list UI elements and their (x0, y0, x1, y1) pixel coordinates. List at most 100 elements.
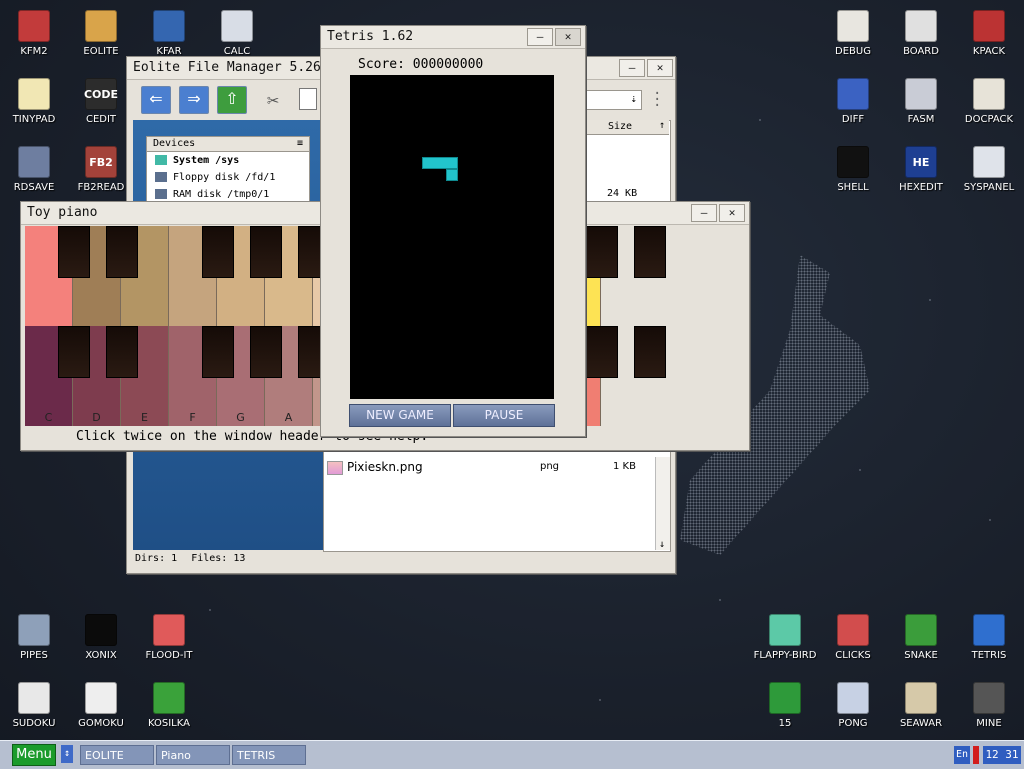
pause-button[interactable]: PAUSE (453, 404, 555, 427)
desktop-icon-label: DOCPACK (964, 114, 1014, 125)
new-game-button[interactable]: NEW GAME (349, 404, 451, 427)
gomoku-icon (85, 682, 117, 714)
black-key[interactable] (58, 226, 90, 278)
clock[interactable]: 12 31 (983, 746, 1021, 764)
desktop-icon-label: PIPES (20, 650, 48, 661)
copy-icon[interactable] (299, 88, 317, 110)
desktop-icon-kfm2[interactable]: KFM2 (0, 10, 68, 57)
desktop-icon-docpack[interactable]: DOCPACK (955, 78, 1023, 125)
desktop-icon-flood-it[interactable]: FLOOD-IT (135, 614, 203, 661)
desktop-icon-kfar[interactable]: KFAR (135, 10, 203, 57)
size-value: 24 KB (607, 188, 638, 199)
desktop-icon-label: KFM2 (20, 46, 48, 57)
desktop-icon-pipes[interactable]: PIPES (0, 614, 68, 661)
minimize-button[interactable]: — (691, 204, 717, 222)
desktop-icon-debug[interactable]: DEBUG (819, 10, 887, 57)
black-key[interactable] (202, 226, 234, 278)
forward-button[interactable]: ⇒ (179, 86, 209, 114)
cut-icon[interactable]: ✂ (267, 88, 279, 112)
desktop-icon-seawar[interactable]: SEAWAR (887, 682, 955, 729)
floppy-icon (155, 172, 167, 182)
hammer-icon (973, 10, 1005, 42)
taskbar-item-eolite[interactable]: EOLITE (80, 745, 154, 765)
desktop-icon-snake[interactable]: SNAKE (887, 614, 955, 661)
black-key[interactable] (586, 226, 618, 278)
code-icon: CODE (84, 78, 118, 110)
path-dropdown[interactable]: ⇣ (584, 90, 642, 110)
desktop-icon-calc[interactable]: CALC (203, 10, 271, 57)
note-label: A (284, 411, 293, 424)
taskbar-item-piano[interactable]: Piano (156, 745, 230, 765)
clicks-icon (837, 614, 869, 646)
file-name: Pixieskn.png (347, 460, 423, 474)
device-floppy[interactable]: Floppy disk /fd/1 (147, 169, 309, 186)
black-key[interactable] (106, 326, 138, 378)
menu-button[interactable]: Menu (12, 744, 56, 766)
taskbar-item-tetris[interactable]: TETRIS (232, 745, 306, 765)
devices-panel: Devices ≡ System /sys Floppy disk /fd/1 … (146, 136, 310, 204)
tetris-board[interactable] (350, 75, 554, 399)
black-key[interactable] (58, 326, 90, 378)
desktop-icon-tetris[interactable]: TETRIS (955, 614, 1023, 661)
up-button[interactable]: ⇧ (217, 86, 247, 114)
xonix-icon (85, 614, 117, 646)
desktop-icon-xonix[interactable]: XONIX (67, 614, 135, 661)
scroll-down-icon[interactable]: ↓ (659, 539, 665, 550)
scrollbar[interactable]: ↓ (655, 457, 670, 550)
black-key[interactable] (106, 226, 138, 278)
sort-arrow-icon[interactable]: ↑ (659, 120, 665, 131)
desktop-icon-gomoku[interactable]: GOMOKU (67, 682, 135, 729)
drawer-icon (973, 78, 1005, 110)
close-button[interactable]: ✕ (555, 28, 581, 46)
desktop-icon-cedit[interactable]: CODE CEDIT (67, 78, 135, 125)
desktop-icon-clicks[interactable]: CLICKS (819, 614, 887, 661)
desktop-icon-fb2read[interactable]: FB2 FB2READ (67, 146, 135, 193)
black-key[interactable] (586, 326, 618, 378)
file-manager-title: Eolite File Manager 5.26 (133, 60, 321, 75)
notepad-icon (18, 78, 50, 110)
desktop-icon-board[interactable]: BOARD (887, 10, 955, 57)
desktop-icon-hexedit[interactable]: HE HEXEDIT (887, 146, 955, 193)
black-key[interactable] (202, 326, 234, 378)
black-key[interactable] (250, 326, 282, 378)
minimize-button[interactable]: — (527, 28, 553, 46)
device-system[interactable]: System /sys (147, 152, 309, 169)
desktop-icon-kosilka[interactable]: KOSILKA (135, 682, 203, 729)
black-key[interactable] (250, 226, 282, 278)
desktop-icon-sudoku[interactable]: SUDOKU (0, 682, 68, 729)
desktop-icon-rdsave[interactable]: RDSAVE (0, 146, 68, 193)
tetris-title: Tetris 1.62 (327, 29, 414, 44)
desktop-icon-syspanel[interactable]: SYSPANEL (955, 146, 1023, 193)
language-indicator[interactable]: En (954, 746, 970, 764)
desktop-icon-label: DEBUG (835, 46, 871, 57)
bird-icon (769, 614, 801, 646)
close-button[interactable]: ✕ (647, 59, 673, 77)
back-button[interactable]: ⇐ (141, 86, 171, 114)
note-label: G (236, 411, 245, 424)
desktop-icon-kpack[interactable]: KPACK (955, 10, 1023, 57)
desktop-icon-tinypad[interactable]: TINYPAD (0, 78, 68, 125)
more-icon[interactable]: · · · (653, 87, 661, 113)
desktop-icon-label: RDSAVE (13, 182, 55, 193)
tetris-titlebar[interactable]: Tetris 1.62 — ✕ (321, 26, 585, 49)
close-button[interactable]: ✕ (719, 204, 745, 222)
desktop-icon-label: XONIX (85, 650, 117, 661)
desktop-icon-diff[interactable]: DIFF (819, 78, 887, 125)
minimize-button[interactable]: — (619, 59, 645, 77)
desktop-icon-eolite[interactable]: EOLITE (67, 10, 135, 57)
black-key[interactable] (634, 226, 666, 278)
black-key[interactable] (634, 326, 666, 378)
file-row[interactable]: Pixieskn.png png 1 KB (325, 459, 655, 477)
desktop-icon-shell[interactable]: SHELL (819, 146, 887, 193)
switch-icon[interactable]: ↕ (61, 745, 73, 763)
desktop-icon-pong[interactable]: PONG (819, 682, 887, 729)
desktop-icon-fasm[interactable]: FASM (887, 78, 955, 125)
desktop-icon-15[interactable]: 15 (751, 682, 819, 729)
desktop-icon-label: HEXEDIT (899, 182, 943, 193)
desktop-icon-label: TETRIS (971, 650, 1007, 661)
menu-icon[interactable]: ≡ (297, 137, 303, 151)
folder-icon (85, 10, 117, 42)
desktop-icon-flappy-bird[interactable]: FLAPPY-BIRD (751, 614, 819, 661)
desktop-icon-mine[interactable]: MINE (955, 682, 1023, 729)
size-column-header[interactable]: Size (608, 121, 632, 132)
